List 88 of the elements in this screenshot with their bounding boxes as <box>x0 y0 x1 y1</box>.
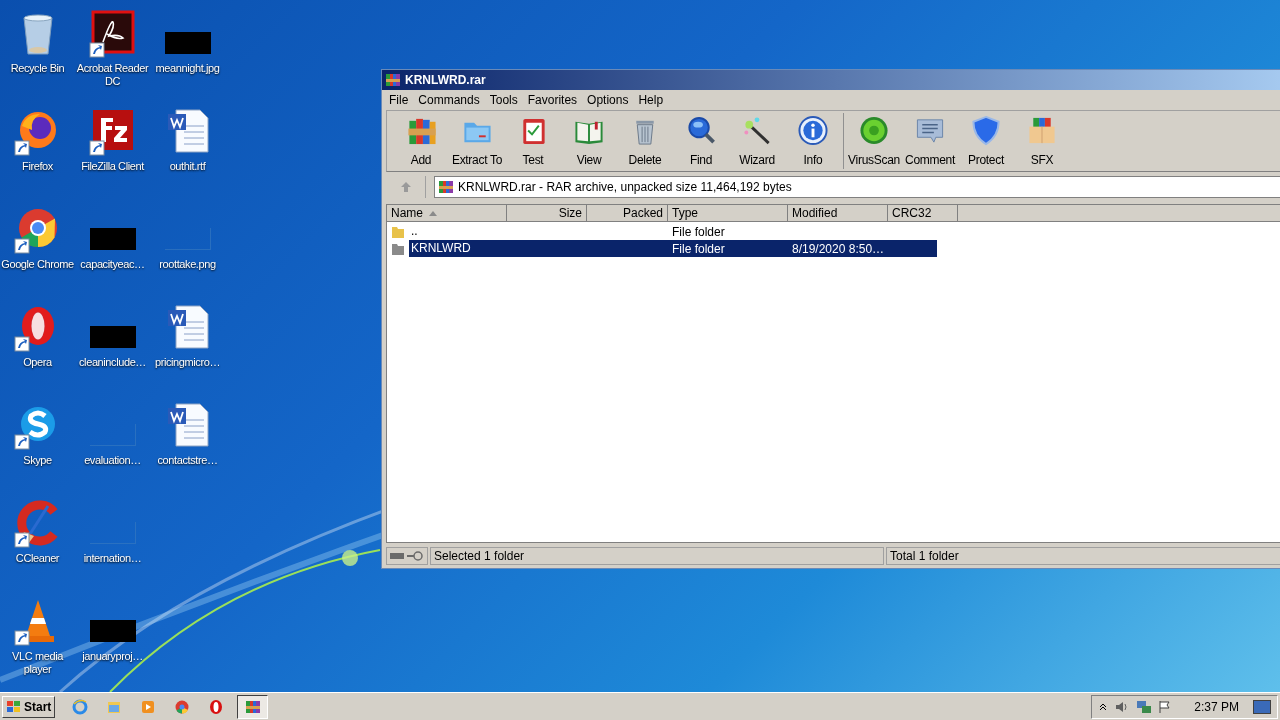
show-desktop-button[interactable] <box>1253 699 1271 714</box>
address-field[interactable]: KRNLWRD.rar - RAR archive, unpacked size 11,464,192 bytes <box>434 176 1280 198</box>
toolbar-button[interactable]: Find <box>673 113 729 169</box>
app-icon <box>207 698 224 715</box>
toolbar-button[interactable]: VirusScan <box>846 113 902 169</box>
folder-icon <box>391 241 405 256</box>
type-cell-text: File folder <box>671 240 726 258</box>
menu-item[interactable]: File <box>384 91 414 109</box>
menu-item[interactable]: Commands <box>413 91 485 109</box>
desktop-icon-label[interactable]: januaryproj… <box>75 650 150 663</box>
desktop-icon-label[interactable]: evaluation… <box>75 454 150 467</box>
desktop-icon-label[interactable]: outhit.rtf <box>150 160 225 173</box>
app-icon <box>71 698 88 715</box>
column-header[interactable]: Modified <box>788 205 888 222</box>
type-cell-text: File folder <box>671 223 726 241</box>
toolbar-button[interactable]: Extract To <box>449 113 505 169</box>
status-text: Total 1 folder <box>886 547 1280 565</box>
thumbnail <box>89 326 136 348</box>
column-header[interactable]: Size <box>507 205 587 222</box>
desktop-icon-label[interactable]: pricingmicro… <box>150 356 225 369</box>
toolbar-icon <box>1026 115 1058 146</box>
thumbnail <box>89 424 136 446</box>
modified-cell-text: 8/19/2020 8:50… <box>791 240 886 258</box>
thumbnail <box>164 32 211 54</box>
column-header[interactable]: CRC32 <box>888 205 958 222</box>
menu-item[interactable]: Options <box>582 91 634 109</box>
app-icon <box>244 698 261 715</box>
file-name: .. <box>410 223 419 240</box>
file-name: KRNLWRD <box>409 240 507 257</box>
window-title: KRNLWRD.rar <box>405 72 486 89</box>
desktop-icon-label[interactable]: roottake.png <box>150 258 225 271</box>
desktop-icon-label[interactable]: capacityeac… <box>75 258 150 271</box>
desktop-icon-label[interactable]: Acrobat Reader DC <box>75 62 150 88</box>
network-icon[interactable] <box>1136 699 1153 714</box>
chevron-up-icon[interactable] <box>1098 701 1109 712</box>
toolbar-icon <box>685 115 717 146</box>
toolbar-button[interactable]: Add <box>393 113 449 169</box>
drive-icon <box>390 552 404 560</box>
toolbar-button[interactable]: View <box>561 113 617 169</box>
status-text: Selected 1 folder <box>430 547 884 565</box>
clock[interactable]: 2:37 PM <box>1194 697 1239 716</box>
desktop-icon-label[interactable]: Google Chrome <box>0 258 75 271</box>
desktop-icon-label[interactable]: Recycle Bin <box>0 62 75 75</box>
toolbar-button[interactable]: Delete <box>617 113 673 169</box>
desktop-icon-label[interactable]: Firefox <box>0 160 75 173</box>
folder-icon <box>391 224 405 239</box>
thumbnail <box>164 228 211 250</box>
app-icon <box>139 698 156 715</box>
toolbar-button[interactable]: SFX <box>1014 113 1070 169</box>
toolbar-button[interactable]: Test <box>505 113 561 169</box>
column-header[interactable]: Packed <box>587 205 668 222</box>
desktop-icon-label[interactable]: internation… <box>75 552 150 565</box>
desktop-icon-label[interactable]: meannight.jpg <box>150 62 225 75</box>
menu-item[interactable]: Favorites <box>522 91 583 109</box>
desktop-icon-label[interactable]: VLC media player <box>0 650 75 676</box>
toolbar-button[interactable]: Info <box>785 113 841 169</box>
toolbar-icon <box>858 115 890 146</box>
desktop-icon-label[interactable]: cleaninclude… <box>75 356 150 369</box>
toolbar-button[interactable]: Wizard <box>729 113 785 169</box>
desktop-icon-label[interactable]: Skype <box>0 454 75 467</box>
toolbar-button[interactable]: Comment <box>902 113 958 169</box>
toolbar-button[interactable]: Protect <box>958 113 1014 169</box>
desktop-icon-label[interactable]: contactstre… <box>150 454 225 467</box>
start-button[interactable]: Start <box>2 695 56 718</box>
flag-icon[interactable] <box>1158 699 1173 714</box>
key-icon <box>407 551 423 561</box>
sort-arrow-icon <box>429 210 437 216</box>
toolbar-icon <box>970 115 1002 146</box>
file-row[interactable]: .. File folder <box>387 223 1280 240</box>
menu-item[interactable]: Help <box>633 91 669 109</box>
menu-item[interactable]: Tools <box>484 91 523 109</box>
desktop-icon-label[interactable]: FileZilla Client <box>75 160 150 173</box>
thumbnail <box>89 620 136 642</box>
up-arrow-icon <box>399 181 412 193</box>
thumbnail <box>89 228 136 250</box>
taskbar-app-button[interactable] <box>237 694 269 719</box>
app-icon <box>173 698 190 715</box>
windows-logo-icon <box>6 699 22 714</box>
toolbar-icon <box>797 115 829 146</box>
desktop-icon-label[interactable]: CCleaner <box>0 552 75 565</box>
app-icon <box>385 72 401 88</box>
app-icon[interactable] <box>88 10 137 58</box>
archive-icon <box>438 179 454 195</box>
desktop-icon-label[interactable]: Opera <box>0 356 75 369</box>
file-row[interactable]: KRNLWRD File folder 8/19/2020 8:50… <box>387 240 1280 257</box>
column-header[interactable]: Type <box>668 205 788 222</box>
thumbnail <box>89 522 136 544</box>
column-header[interactable]: Name <box>387 205 507 222</box>
